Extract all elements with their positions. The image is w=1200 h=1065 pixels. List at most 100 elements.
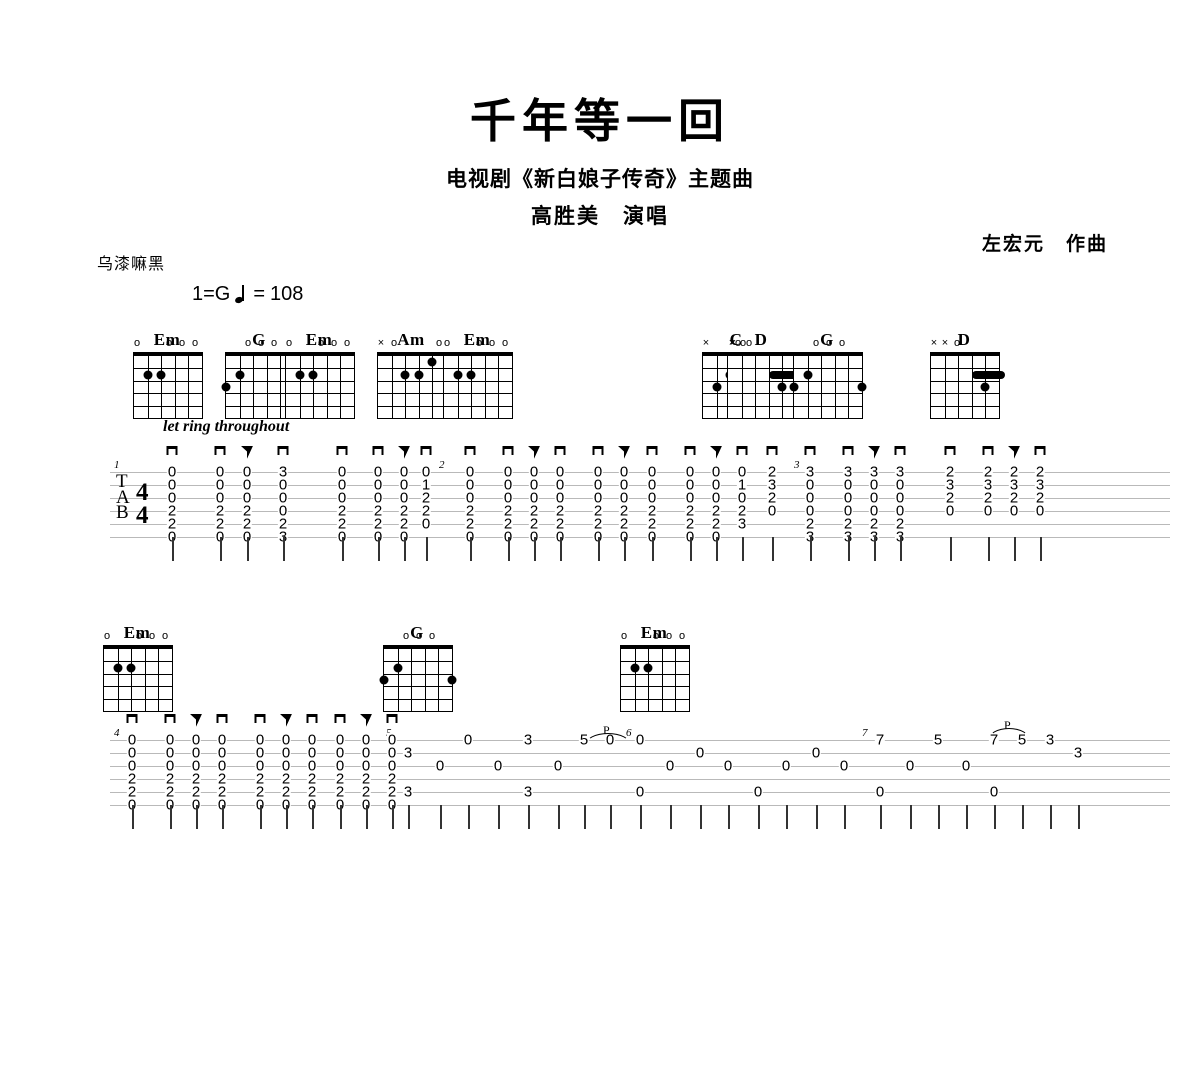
- downstroke-icon: [166, 446, 178, 455]
- page-title: 千年等一回: [470, 94, 730, 148]
- fretboard-grid: [377, 352, 447, 419]
- downstroke-icon: [894, 446, 906, 455]
- barline: [110, 1000, 1170, 1065]
- muted-string-icon: ×: [930, 337, 938, 349]
- note-stem: [690, 537, 692, 561]
- fret-dot: [221, 382, 231, 392]
- fret-number: 0: [810, 744, 822, 762]
- note-stem: [874, 537, 876, 561]
- note-stem: [966, 805, 968, 829]
- fret-number: 0: [694, 744, 706, 762]
- open-string-icon: o: [390, 337, 398, 349]
- open-string-icon: o: [133, 337, 141, 349]
- chord-open-mute-markers: oooo: [443, 338, 511, 350]
- fret-number: 3: [522, 731, 534, 749]
- note-stem: [560, 537, 562, 561]
- note-stem: [610, 805, 612, 829]
- chord-open-mute-markers: oooo: [133, 338, 201, 350]
- note-stem: [286, 805, 288, 829]
- downstroke-icon: [306, 714, 318, 723]
- downstroke-icon: [420, 446, 432, 455]
- chord-open-mute-markers: × × o: [930, 338, 998, 350]
- performer-credit: 高胜美 演唱: [531, 204, 669, 228]
- open-string-icon: o: [953, 337, 961, 349]
- open-string-icon: o: [178, 337, 186, 349]
- note-stem: [988, 537, 990, 561]
- open-string-icon: o: [244, 337, 252, 349]
- fret-dot: [295, 370, 305, 380]
- fretboard-grid: [133, 352, 203, 419]
- composer-credit: 左宏元 作曲: [981, 233, 1108, 255]
- downstroke-icon: [336, 446, 348, 455]
- fret-number: 0: [944, 502, 956, 520]
- note-stem: [652, 537, 654, 561]
- fret-number: 0: [874, 783, 886, 801]
- open-string-icon: o: [812, 337, 820, 349]
- fretboard-grid: [727, 352, 802, 419]
- time-signature-denominator: 4: [136, 502, 149, 529]
- note-stem: [950, 537, 952, 561]
- downstroke-icon: [164, 714, 176, 723]
- note-stem: [758, 805, 760, 829]
- upstroke-icon: [868, 446, 880, 459]
- fret-number: 0: [838, 757, 850, 775]
- fret-dot: [803, 370, 813, 380]
- downstroke-icon: [592, 446, 604, 455]
- measure-number: 1: [114, 459, 120, 471]
- open-string-icon: o: [825, 337, 833, 349]
- open-string-icon: o: [501, 337, 509, 349]
- fret-dot: [156, 370, 166, 380]
- fret-number: 0: [434, 757, 446, 775]
- pull-off-label: P: [1004, 718, 1011, 732]
- downstroke-icon: [254, 714, 266, 723]
- chord-open-mute-markers: oooo: [285, 338, 353, 350]
- chord-diagram-d: D × o o: [727, 330, 802, 419]
- downstroke-icon: [386, 714, 398, 723]
- key-signature-label: 1=G: [192, 283, 231, 305]
- downstroke-icon: [982, 446, 994, 455]
- note-stem: [1014, 537, 1016, 561]
- muted-string-icon: ×: [702, 337, 710, 349]
- subtitle: 电视剧《新白娘子传奇》主题曲: [446, 167, 754, 191]
- note-stem: [260, 805, 262, 829]
- downstroke-icon: [684, 446, 696, 455]
- fret-dot: [308, 370, 318, 380]
- fret-number: 0: [1008, 502, 1020, 520]
- note-stem: [220, 537, 222, 561]
- fret-number: 0: [462, 731, 474, 749]
- chord-diagram-d: D × × o: [930, 330, 1005, 419]
- note-stem: [880, 805, 882, 829]
- downstroke-icon: [736, 446, 748, 455]
- open-string-icon: o: [435, 337, 443, 349]
- barline: [110, 537, 1170, 602]
- downstroke-icon: [842, 446, 854, 455]
- note-stem: [772, 537, 774, 561]
- fret-number: 3: [402, 783, 414, 801]
- note-stem: [378, 537, 380, 561]
- fret-number: 3: [736, 515, 748, 533]
- muted-string-icon: ×: [941, 337, 949, 349]
- note-stem: [312, 805, 314, 829]
- note-stem: [900, 537, 902, 561]
- note-stem: [700, 805, 702, 829]
- note-stem: [938, 805, 940, 829]
- open-string-icon: o: [838, 337, 846, 349]
- upstroke-icon: [241, 446, 253, 459]
- fret-number: 0: [766, 502, 778, 520]
- open-string-icon: o: [165, 337, 173, 349]
- fret-dot: [712, 382, 722, 392]
- note-stem: [584, 805, 586, 829]
- note-stem: [624, 537, 626, 561]
- note-stem: [132, 805, 134, 829]
- chord-diagram-am: Am × o o: [377, 330, 447, 419]
- fret-number: 0: [492, 757, 504, 775]
- fret-dot: [466, 370, 476, 380]
- fret-dot: [789, 382, 799, 392]
- note-stem: [716, 537, 718, 561]
- upstroke-icon: [528, 446, 540, 459]
- open-string-icon: o: [270, 337, 278, 349]
- fret-number: 7: [874, 731, 886, 749]
- note-stem: [404, 537, 406, 561]
- fret-number: 0: [960, 757, 972, 775]
- fret-number: 0: [988, 783, 1000, 801]
